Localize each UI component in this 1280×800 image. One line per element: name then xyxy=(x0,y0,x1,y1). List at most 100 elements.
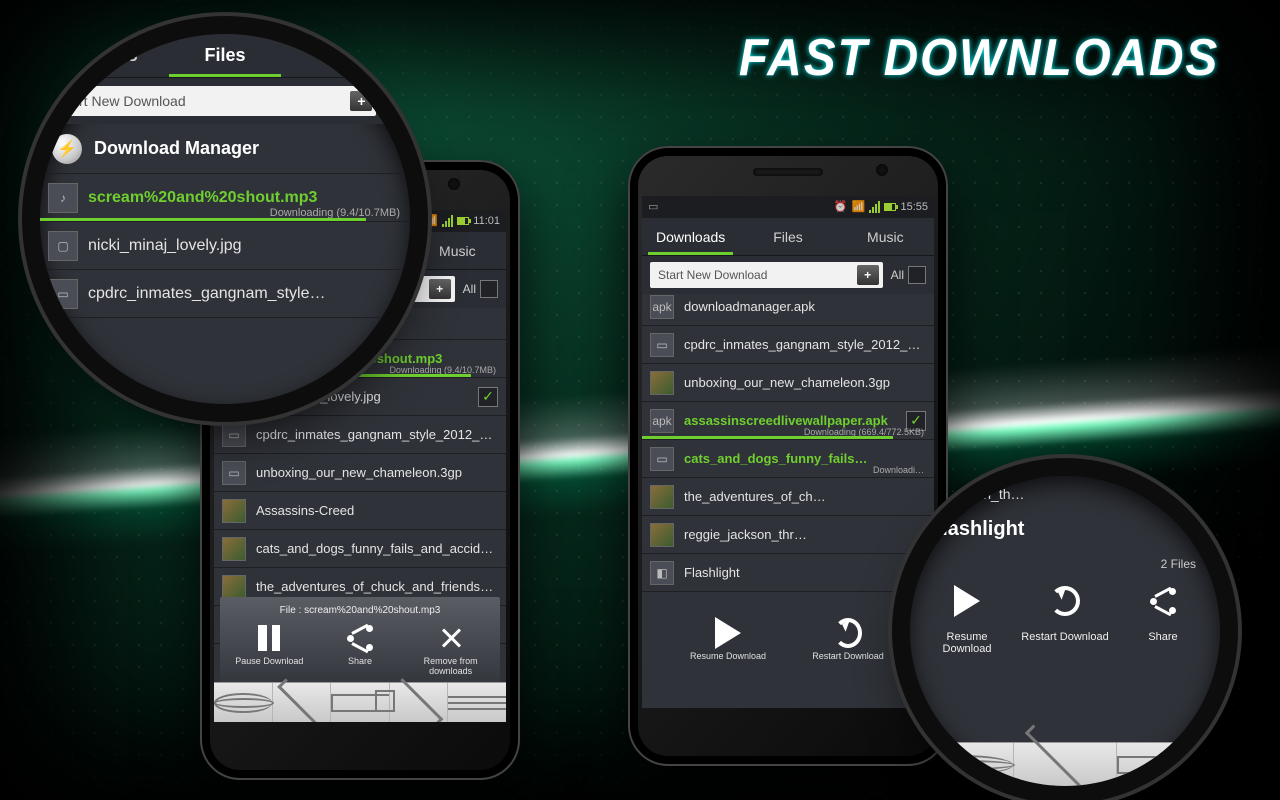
battery-icon xyxy=(457,217,469,225)
chevron-left-icon xyxy=(1024,724,1105,786)
thumbnail-icon xyxy=(650,485,674,509)
all-label: All xyxy=(463,282,476,296)
headline: FAST DOWNLOADS xyxy=(739,28,1219,88)
tab-downloads[interactable]: Downloads xyxy=(642,218,739,255)
file-list[interactable]: apk downloadmanager.apk ▭ cpdrc_inmates_… xyxy=(642,288,934,708)
signal-icon xyxy=(869,201,880,213)
phone-speaker xyxy=(753,168,823,176)
progress-bar xyxy=(40,218,366,221)
new-download-input[interactable]: Start New Download + xyxy=(650,262,883,288)
tab-music[interactable]: M… xyxy=(287,34,410,77)
share-icon xyxy=(347,625,373,651)
globe-icon xyxy=(214,693,272,713)
status-clock: 15:55 xyxy=(900,201,928,213)
folder-icon: ◧ xyxy=(650,561,674,585)
phone-right-screen: ▭ ⏰ 📶 15:55 Downloads Files Music Start … xyxy=(642,196,934,708)
list-item[interactable]: reggie_jackson_thr… xyxy=(642,516,934,554)
nav-globe-button[interactable] xyxy=(214,683,273,722)
tab-files[interactable]: Files xyxy=(163,34,286,77)
signal-icon xyxy=(442,215,453,227)
resume-download-button[interactable]: Resume Download xyxy=(922,581,1012,655)
file-count: 2 F… xyxy=(642,592,934,615)
nav-back-button[interactable] xyxy=(273,683,332,722)
tab-bar-magnified: wnloads Files M… xyxy=(40,34,410,78)
add-download-button[interactable]: + xyxy=(857,265,879,285)
phone-camera xyxy=(876,164,888,176)
restart-icon xyxy=(834,618,862,648)
list-icon xyxy=(448,696,506,710)
app-header-title: Download Manager xyxy=(94,138,259,159)
list-item[interactable]: cats_and_dogs_funny_fails_and_accide… xyxy=(214,530,506,568)
share-button[interactable]: Share xyxy=(320,624,400,676)
magnifier-bottom-right: e_jackson_th… Flashlight 2 Files Resume … xyxy=(910,476,1220,786)
file-count: 2 Files xyxy=(910,557,1220,581)
share-button[interactable]: Share xyxy=(1118,581,1208,655)
thumbnail-icon xyxy=(650,523,674,547)
status-bar: ▭ ⏰ 📶 15:55 xyxy=(642,196,934,218)
battery-icon xyxy=(884,203,896,211)
list-item[interactable]: unboxing_our_new_chameleon.3gp xyxy=(642,364,934,402)
resume-download-button[interactable]: Resume Download xyxy=(688,619,768,661)
apk-icon: apk xyxy=(650,295,674,319)
list-item[interactable]: ▭ cpdrc_inmates_gangnam_style_2012_h… xyxy=(642,326,934,364)
add-download-button[interactable]: + xyxy=(429,279,451,299)
chevron-left-icon xyxy=(277,678,326,722)
list-item[interactable]: ♪ scream%20and%20shout.mp3 Downloading (… xyxy=(40,174,410,222)
select-all-checkbox[interactable] xyxy=(480,280,498,298)
thumbnail-icon xyxy=(222,575,246,599)
close-icon xyxy=(439,626,463,650)
pause-icon xyxy=(258,625,280,651)
music-icon: ♪ xyxy=(48,183,78,213)
list-item[interactable]: ◧ Flashlight xyxy=(642,554,934,592)
tab-bar: Downloads Files Music xyxy=(642,218,934,256)
bottom-nav xyxy=(910,742,1220,786)
chevron-right-icon xyxy=(394,678,443,722)
tab-files[interactable]: Files xyxy=(739,218,836,255)
list-item[interactable]: apk downloadmanager.apk xyxy=(642,288,934,326)
video-icon: ▭ xyxy=(222,461,246,485)
list-item[interactable]: ▭ cpdrc_inmates_gangnam_style… xyxy=(40,270,410,318)
list-item[interactable]: Assassins-Creed xyxy=(214,492,506,530)
list-item[interactable]: ▢ nicki_minaj_lovely.jpg xyxy=(40,222,410,270)
status-clock: 11:01 xyxy=(473,215,500,227)
list-item[interactable]: ▭ cats_and_dogs_funny_fails… Downloadi… xyxy=(642,440,934,478)
tab-downloads[interactable]: wnloads xyxy=(40,34,163,77)
tab-music[interactable]: Music xyxy=(409,232,506,269)
list-item[interactable]: apk assassinscreedlivewallpaper.apk ✓ Do… xyxy=(642,402,934,440)
all-label: All xyxy=(891,268,904,282)
restart-download-button[interactable]: Restart Download xyxy=(1020,581,1110,655)
app-header: Download Manager xyxy=(40,124,410,174)
bottom-nav xyxy=(214,682,506,722)
select-all-checkbox[interactable] xyxy=(908,266,926,284)
thumbnail-icon xyxy=(222,537,246,561)
picture-icon: ▭ xyxy=(648,200,662,214)
wifi-icon: 📶 xyxy=(851,200,865,214)
list-item[interactable]: ▭ unboxing_our_new_chameleon.3gp xyxy=(214,454,506,492)
pause-download-button[interactable]: Pause Download xyxy=(229,624,309,676)
item-checkbox[interactable]: ✓ xyxy=(478,387,498,407)
list-item[interactable]: the_adventures_of_ch… xyxy=(642,478,934,516)
remove-download-button[interactable]: Remove from downloads xyxy=(411,624,491,676)
nav-tabs-button[interactable] xyxy=(1117,743,1220,786)
nav-back-button[interactable] xyxy=(1014,743,1118,786)
thumbnail-icon xyxy=(222,499,246,523)
copy-icon xyxy=(1117,756,1220,774)
nav-menu-button[interactable] xyxy=(448,683,506,722)
phone-camera xyxy=(448,178,460,190)
wifi-icon: 📶 xyxy=(424,214,438,228)
progress-bar xyxy=(642,436,893,439)
restart-download-button[interactable]: Restart Download xyxy=(808,619,888,661)
nav-tabs-button[interactable] xyxy=(331,683,390,722)
list-item[interactable]: ▭ cpdrc_inmates_gangnam_style_2012_h… xyxy=(214,416,506,454)
thumbnail-icon xyxy=(650,371,674,395)
video-icon: ▭ xyxy=(222,423,246,447)
app-logo-icon xyxy=(52,134,82,164)
new-download-input[interactable]: Start New Download + xyxy=(50,86,376,116)
tab-music[interactable]: Music xyxy=(837,218,934,255)
share-icon xyxy=(1150,588,1176,614)
nav-forward-button[interactable] xyxy=(390,683,449,722)
download-actions-card: File : scream%20and%20shout.mp3 Pause Do… xyxy=(220,597,500,682)
current-file-label: File : scream%20and%20shout.mp3 xyxy=(224,605,496,616)
new-download-placeholder: Start New Download xyxy=(658,268,767,282)
video-icon: ▭ xyxy=(650,447,674,471)
